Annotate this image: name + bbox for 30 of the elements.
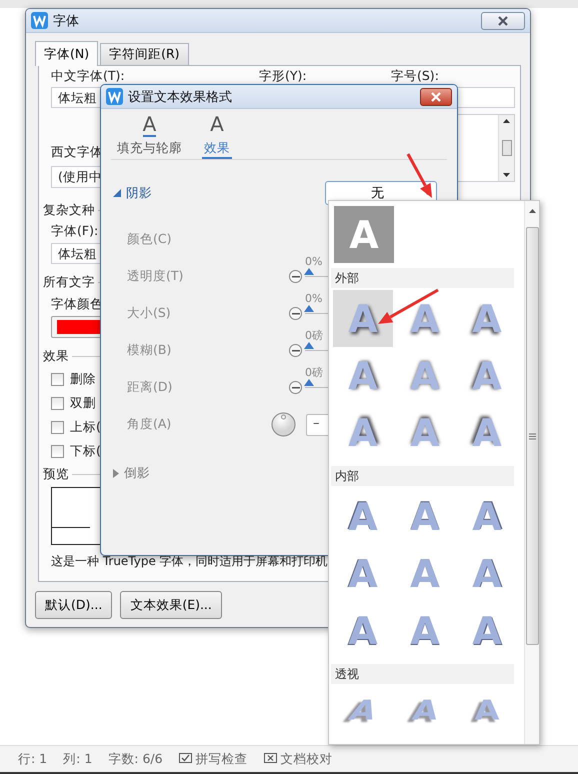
checkbox-label: 双删 <box>70 394 96 412</box>
field-label: 中文字体(T): <box>51 68 125 85</box>
option-label: 颜色(C) <box>127 231 172 248</box>
section-heading: 预览 <box>43 466 69 482</box>
checkbox-label: 下标( <box>70 442 101 460</box>
section-heading: 效果 <box>43 348 69 364</box>
checkbox-label: 上标( <box>70 418 101 436</box>
option-label: 大小(S) <box>127 305 172 322</box>
field-label: 字体(F): <box>51 223 98 240</box>
window-title: 设置文本效果格式 <box>128 88 233 106</box>
slider-reading: 0磅 <box>305 367 323 379</box>
status-text: 行: 1 <box>18 750 48 768</box>
slider-reading: 0磅 <box>305 330 323 342</box>
slider-reading: 0% <box>305 256 322 268</box>
slider-reading: 0% <box>305 293 322 305</box>
checkbox-label: 删除 <box>70 370 96 388</box>
section-heading: 复杂文种 <box>43 202 95 218</box>
option-label: 透明度(T) <box>127 268 184 285</box>
group-heading: 外部 <box>335 270 359 286</box>
status-text: 字数: 6/6 <box>108 750 163 768</box>
window-title: 字体 <box>53 12 80 30</box>
option-label: 距离(D) <box>127 379 174 396</box>
field-label: 字号(S): <box>391 68 439 85</box>
status-text: 列: 1 <box>63 750 92 768</box>
field-label: 字形(Y): <box>259 68 307 85</box>
group-heading: 透视 <box>335 666 359 682</box>
section-heading: 所有文字 <box>43 274 95 290</box>
option-label: 角度(A) <box>127 416 172 433</box>
group-heading: 内部 <box>335 468 359 484</box>
option-label: 模糊(B) <box>127 342 172 359</box>
